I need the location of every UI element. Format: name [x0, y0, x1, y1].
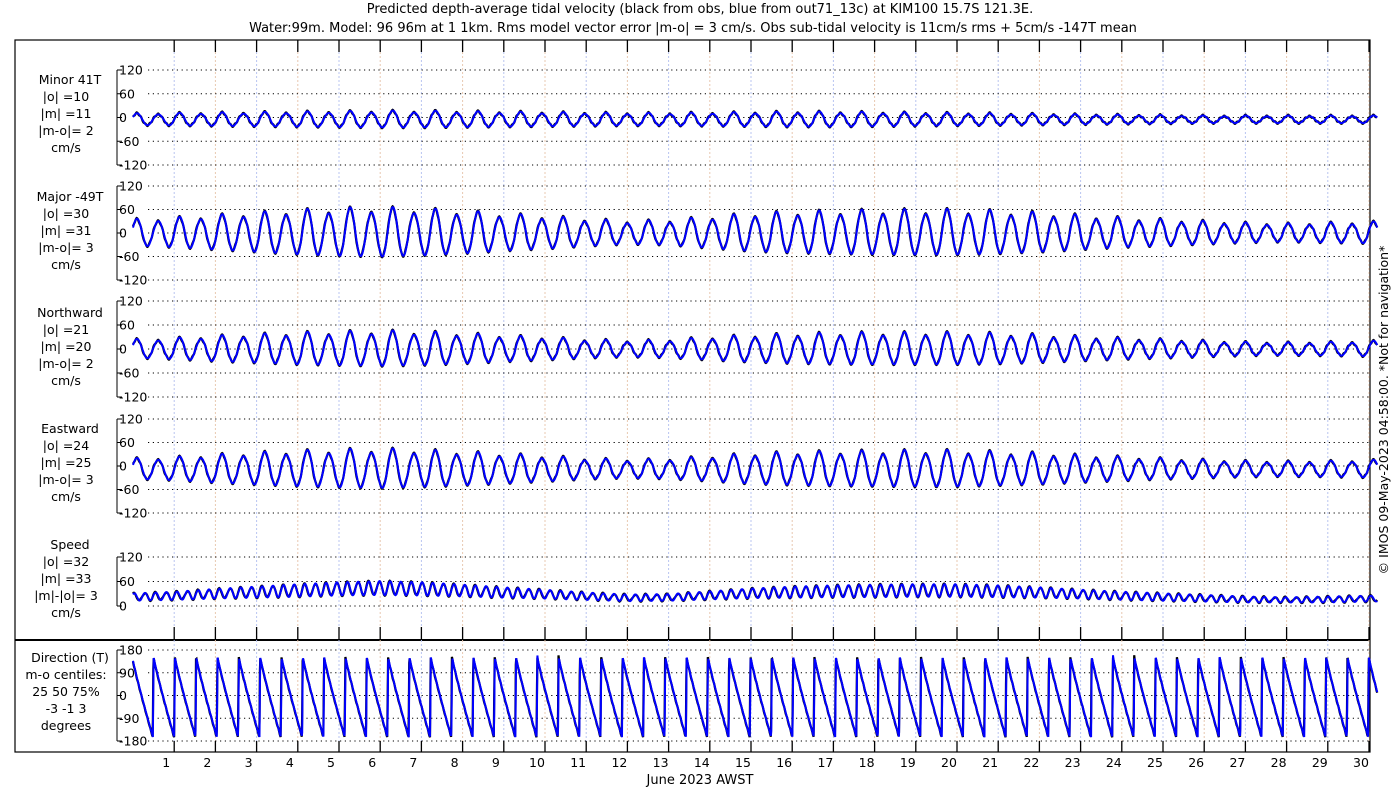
x-tick-label: 8: [451, 755, 459, 770]
direction-label-line: -3 -1 3: [46, 701, 87, 716]
chart-title: Predicted depth-average tidal velocity (…: [367, 2, 1033, 17]
direction-y-tick-label: 90: [119, 665, 135, 680]
x-tick-label: 14: [694, 755, 710, 770]
north-label-line: |m| =20: [41, 339, 92, 354]
north-label-line: Northward: [37, 305, 103, 320]
x-tick-label: 20: [941, 755, 957, 770]
minor-y-tick-label: 60: [119, 86, 135, 101]
major-model-line: [132, 206, 1379, 258]
x-tick-label: 9: [492, 755, 500, 770]
east-label-line: |o| =24: [43, 438, 89, 453]
speed-label-line: |m| =33: [41, 571, 92, 586]
major-y-tick-label: 60: [119, 202, 135, 217]
major-label-line: |o| =30: [43, 206, 89, 221]
speed-y-tick-label: 120: [119, 550, 143, 565]
x-tick-label: 13: [653, 755, 669, 770]
x-tick-label: 24: [1106, 755, 1122, 770]
x-tick-label: 17: [817, 755, 833, 770]
major-y-tick-label: 0: [119, 226, 127, 241]
major-label-line: |m| =31: [41, 223, 92, 238]
direction-label-line: m-o centiles:: [25, 667, 106, 682]
minor-label-line: |m| =11: [41, 106, 92, 121]
north-y-tick-label: 0: [119, 342, 127, 357]
direction-y-tick-label: -180: [119, 734, 147, 749]
major-label-line: Major -49T: [37, 189, 104, 204]
x-tick-label: 1: [162, 755, 170, 770]
east-y-tick-label: 0: [119, 459, 127, 474]
major-label-line: cm/s: [51, 257, 81, 272]
minor-y-tick-label: 120: [119, 63, 143, 78]
north-y-tick-label: 60: [119, 318, 135, 333]
x-tick-label: 29: [1312, 755, 1328, 770]
x-tick-label: 11: [570, 755, 586, 770]
x-tick-label: 25: [1147, 755, 1163, 770]
minor-label-line: |m-o|= 2: [38, 123, 93, 138]
speed-label-line: cm/s: [51, 605, 81, 620]
major-y-tick-label: 120: [119, 179, 143, 194]
x-tick-label: 16: [776, 755, 792, 770]
x-tick-label: 27: [1229, 755, 1245, 770]
x-tick-label: 2: [203, 755, 211, 770]
north-label-line: |m-o|= 2: [38, 356, 93, 371]
east-label-line: Eastward: [41, 421, 99, 436]
east-label-line: |m-o|= 3: [38, 472, 93, 487]
speed-y-tick-label: 60: [119, 574, 135, 589]
x-tick-label: 21: [982, 755, 998, 770]
x-tick-label: 28: [1271, 755, 1287, 770]
x-tick-label: 5: [327, 755, 335, 770]
north-label-line: cm/s: [51, 373, 81, 388]
east-y-tick-label: -60: [119, 482, 139, 497]
major-y-tick-label: -120: [119, 273, 147, 288]
tidal-velocity-chart: Predicted depth-average tidal velocity (…: [14, 2, 1391, 788]
x-tick-label: 23: [1065, 755, 1081, 770]
chart-subtitle: Water:99m. Model: 96 96m at 1 1km. Rms m…: [249, 21, 1137, 36]
minor-y-tick-label: -120: [119, 158, 147, 173]
x-tick-label: 6: [368, 755, 376, 770]
north-y-tick-label: 120: [119, 294, 143, 309]
x-tick-label: 19: [900, 755, 916, 770]
direction-model-line: [132, 655, 1379, 738]
direction-y-tick-label: -90: [119, 711, 139, 726]
x-tick-label: 7: [409, 755, 417, 770]
direction-label-line: Direction (T): [31, 650, 109, 665]
minor-y-tick-label: -60: [119, 134, 139, 149]
minor-y-tick-label: 0: [119, 110, 127, 125]
speed-label-line: |o| =32: [43, 554, 89, 569]
x-axis-label: June 2023 AWST: [646, 773, 754, 788]
direction-label-line: 25 50 75%: [32, 684, 100, 699]
direction-y-tick-label: 180: [119, 643, 143, 658]
speed-model-line: [132, 580, 1378, 604]
x-tick-label: 3: [245, 755, 253, 770]
minor-label-line: Minor 41T: [39, 72, 102, 87]
x-tick-label: 30: [1353, 755, 1369, 770]
x-tick-label: 26: [1188, 755, 1204, 770]
minor-label-line: cm/s: [51, 140, 81, 155]
x-tick-label: 22: [1023, 755, 1039, 770]
east-label-line: cm/s: [51, 489, 81, 504]
east-y-tick-label: 60: [119, 435, 135, 450]
x-tick-label: 12: [611, 755, 627, 770]
north-label-line: |o| =21: [43, 322, 89, 337]
direction-y-tick-label: 0: [119, 688, 127, 703]
direction-label-line: degrees: [41, 718, 91, 733]
minor-label-line: |o| =10: [43, 89, 89, 104]
east-y-tick-label: -120: [119, 506, 147, 521]
plot-frame: [14, 39, 1371, 753]
watermark-text: © IMOS 09-May-2023 04:58:00. *Not for na…: [1376, 246, 1391, 575]
x-tick-label: 10: [529, 755, 545, 770]
minor-model-line: [132, 109, 1378, 129]
x-tick-label: 4: [286, 755, 294, 770]
speed-label-line: Speed: [50, 537, 89, 552]
east-label-line: |m| =25: [41, 455, 92, 470]
speed-y-tick-label: 0: [119, 599, 127, 614]
x-tick-label: 18: [859, 755, 875, 770]
east-y-tick-label: 120: [119, 412, 143, 427]
north-y-tick-label: -120: [119, 390, 147, 405]
x-tick-label: 15: [735, 755, 751, 770]
major-y-tick-label: -60: [119, 249, 139, 264]
north-y-tick-label: -60: [119, 366, 139, 381]
speed-label-line: |m|-|o|= 3: [34, 588, 98, 603]
major-label-line: |m-o|= 3: [38, 240, 93, 255]
